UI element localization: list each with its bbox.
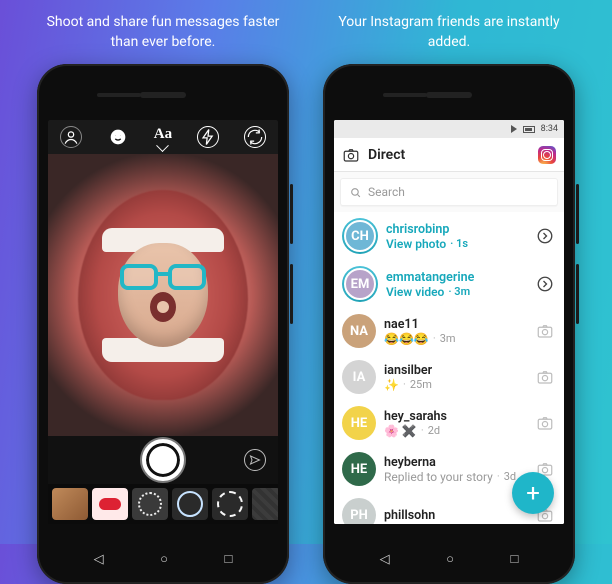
chevron-right-icon[interactable] bbox=[534, 273, 556, 295]
camera-icon[interactable] bbox=[534, 412, 556, 434]
status-time: 8:34 bbox=[541, 124, 558, 134]
avatar[interactable]: HE bbox=[342, 452, 376, 486]
avatar[interactable]: CH bbox=[344, 220, 376, 252]
thread-username: emmatangerine bbox=[386, 270, 526, 285]
search-placeholder: Search bbox=[368, 185, 405, 199]
compose-fab[interactable]: + bbox=[512, 472, 554, 514]
thread-age: · 1s bbox=[450, 237, 468, 250]
camera-icon[interactable] bbox=[342, 146, 360, 164]
text-tool[interactable]: Aa bbox=[154, 126, 172, 149]
status-bar: 8:34 bbox=[334, 120, 564, 138]
flash-icon[interactable] bbox=[197, 126, 219, 148]
search-icon bbox=[349, 186, 362, 199]
thread-row[interactable]: CH chrisrobinpView photo · 1s bbox=[334, 212, 564, 260]
camera-toolbar: Aa bbox=[48, 120, 278, 154]
ar-effect-overlay bbox=[78, 190, 248, 400]
app-title: Direct bbox=[368, 147, 530, 163]
battery-icon bbox=[523, 126, 535, 133]
promo-panel-inbox: Your Instagram friends are instantly add… bbox=[306, 0, 612, 584]
camera-icon[interactable] bbox=[534, 366, 556, 388]
filter-thumb[interactable] bbox=[92, 488, 128, 520]
phone-screen-right: 8:34 Direct Search CH chrisrobinpView pho… bbox=[334, 120, 564, 524]
thread-subtitle: View photo · 1s bbox=[386, 237, 526, 251]
app-bar: Direct bbox=[334, 138, 564, 172]
thread-age: 3m bbox=[433, 332, 456, 345]
nav-recent-icon[interactable]: □ bbox=[511, 553, 519, 566]
thread-username: hey_sarahs bbox=[384, 409, 526, 424]
avatar[interactable]: NA bbox=[342, 314, 376, 348]
signal-icon bbox=[511, 125, 517, 133]
thread-row[interactable]: HE hey_sarahs🌸 ✖️2d bbox=[334, 400, 564, 446]
thread-meta: hey_sarahs🌸 ✖️2d bbox=[384, 409, 526, 438]
android-nav-keys: ◁ ○ □ bbox=[323, 553, 575, 566]
thread-username: heyberna bbox=[384, 455, 526, 470]
thread-meta: phillsohn bbox=[384, 508, 526, 523]
thread-username: chrisrobinp bbox=[386, 222, 526, 237]
glasses-icon bbox=[120, 264, 206, 292]
camera-icon[interactable] bbox=[534, 320, 556, 342]
filter-thumb[interactable] bbox=[252, 488, 278, 520]
shutter-button[interactable] bbox=[142, 439, 184, 481]
avatar[interactable]: IA bbox=[342, 360, 376, 394]
chevron-right-icon[interactable] bbox=[534, 225, 556, 247]
nav-back-icon[interactable]: ◁ bbox=[94, 553, 104, 566]
instagram-icon[interactable] bbox=[538, 146, 556, 164]
thread-row[interactable]: IA iansilber✨25m bbox=[334, 354, 564, 400]
avatar[interactable]: EM bbox=[344, 268, 376, 300]
filter-thumb[interactable] bbox=[212, 488, 248, 520]
thread-subtitle: 😂😂😂3m bbox=[384, 332, 526, 346]
thread-age: · 3m bbox=[448, 285, 470, 298]
story-ring[interactable]: CH bbox=[342, 218, 378, 254]
camera-bottom-bar bbox=[48, 436, 278, 524]
camera-app: Aa bbox=[48, 120, 278, 524]
thread-subtitle: Replied to your story3d bbox=[384, 470, 526, 484]
search-input[interactable]: Search bbox=[340, 178, 558, 206]
face-filter-icon[interactable] bbox=[107, 126, 129, 148]
thread-age: 3d bbox=[497, 470, 516, 483]
thread-row[interactable]: NA nae11😂😂😂3m bbox=[334, 308, 564, 354]
filter-thumb[interactable] bbox=[52, 488, 88, 520]
nav-back-icon[interactable]: ◁ bbox=[380, 553, 390, 566]
send-icon[interactable] bbox=[244, 449, 266, 471]
profile-icon[interactable] bbox=[60, 126, 82, 148]
filter-thumb[interactable] bbox=[172, 488, 208, 520]
thread-meta: emmatangerineView video · 3m bbox=[386, 270, 526, 299]
phone-screen-left: Aa bbox=[48, 120, 278, 524]
thread-subtitle: 🌸 ✖️2d bbox=[384, 424, 526, 438]
nav-home-icon[interactable]: ○ bbox=[160, 553, 168, 566]
story-ring[interactable]: EM bbox=[342, 266, 378, 302]
direct-inbox-app: 8:34 Direct Search CH chrisrobinpView pho… bbox=[334, 120, 564, 524]
chevron-down-icon bbox=[157, 144, 169, 149]
thread-meta: iansilber✨25m bbox=[384, 363, 526, 392]
promo-text-right: Your Instagram friends are instantly add… bbox=[306, 0, 592, 64]
promo-panel-camera: Shoot and share fun messages faster than… bbox=[0, 0, 306, 584]
filter-thumb[interactable] bbox=[132, 488, 168, 520]
thread-age: 2d bbox=[421, 424, 440, 437]
camera-viewfinder[interactable] bbox=[48, 154, 278, 436]
promo-text-left: Shoot and share fun messages faster than… bbox=[20, 0, 306, 64]
thread-meta: heybernaReplied to your story3d bbox=[384, 455, 526, 484]
phone-frame-left: Aa bbox=[37, 64, 289, 584]
nav-recent-icon[interactable]: □ bbox=[225, 553, 233, 566]
thread-meta: chrisrobinpView photo · 1s bbox=[386, 222, 526, 251]
thread-meta: nae11😂😂😂3m bbox=[384, 317, 526, 346]
nav-home-icon[interactable]: ○ bbox=[446, 553, 454, 566]
avatar[interactable]: PH bbox=[342, 498, 376, 524]
thread-username: iansilber bbox=[384, 363, 526, 378]
phone-frame-right: 8:34 Direct Search CH chrisrobinpView pho… bbox=[323, 64, 575, 584]
thread-username: nae11 bbox=[384, 317, 526, 332]
thread-age: 25m bbox=[403, 378, 432, 391]
flip-camera-icon[interactable] bbox=[244, 126, 266, 148]
android-nav-keys: ◁ ○ □ bbox=[37, 553, 289, 566]
avatar[interactable]: HE bbox=[342, 406, 376, 440]
thread-username: phillsohn bbox=[384, 508, 526, 523]
filter-strip[interactable] bbox=[48, 484, 278, 524]
thread-subtitle: ✨25m bbox=[384, 378, 526, 392]
thread-row[interactable]: EM emmatangerineView video · 3m bbox=[334, 260, 564, 308]
thread-subtitle: View video · 3m bbox=[386, 285, 526, 299]
